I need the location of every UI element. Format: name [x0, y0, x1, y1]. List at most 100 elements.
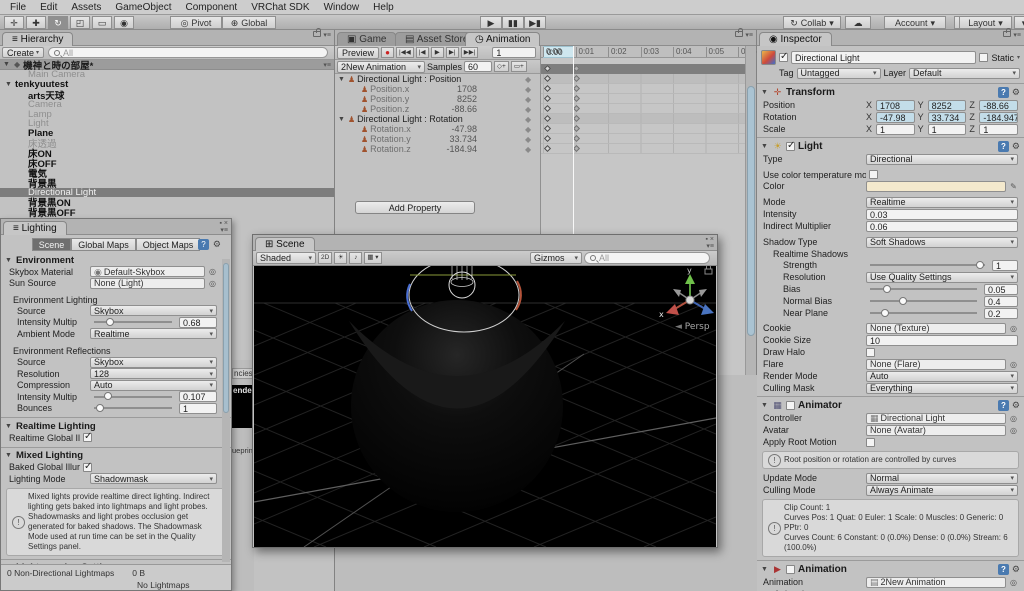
layout-dropdown[interactable]: ▾	[1014, 16, 1024, 29]
intensity-field[interactable]: 0.03	[866, 209, 1018, 220]
goto-end-button[interactable]: ▶▶|	[461, 47, 479, 58]
object-picker-icon[interactable]: ◎	[208, 267, 217, 276]
rotate-tool-icon[interactable]: ↻	[48, 16, 68, 29]
rotation-x-field[interactable]: -47.98	[876, 112, 915, 123]
update-mode-dropdown[interactable]: Normal▾	[866, 473, 1018, 484]
tab-game[interactable]: ▣ Game	[337, 32, 396, 46]
strength-value[interactable]: 1	[992, 260, 1018, 271]
hierarchy-window-menu[interactable]: ▾≡	[313, 31, 331, 39]
keyframe-diamond[interactable]	[544, 85, 551, 92]
help-book-icon[interactable]: ?	[998, 400, 1009, 411]
scale-y-field[interactable]: 1	[928, 124, 967, 135]
realtime-gi-checkbox[interactable]	[83, 433, 92, 442]
cloud-button[interactable]: ☁	[845, 16, 871, 29]
animator-header[interactable]: ▼▦ Animator ?⚙	[757, 399, 1024, 412]
layout-dropdown-main[interactable]: Layout ▾	[959, 16, 1012, 29]
play-button[interactable]: ▶	[480, 16, 502, 29]
hierarchy-item[interactable]: ▼ 背景黒OFF	[0, 207, 334, 217]
lighting-scrollbar[interactable]	[222, 259, 230, 562]
cookie-field[interactable]: None (Texture)	[866, 323, 1006, 334]
move-tool-icon[interactable]: ✚	[26, 16, 46, 29]
keyframe-diamond[interactable]	[544, 135, 551, 142]
keyframe-diamond[interactable]	[573, 95, 580, 102]
keyframe-diamond[interactable]	[573, 65, 580, 72]
help-book-icon[interactable]: ?	[198, 239, 209, 250]
preview-toggle[interactable]: Preview	[337, 47, 379, 59]
menu-help[interactable]: Help	[366, 2, 401, 13]
keyframe-icon[interactable]: ◆	[525, 105, 531, 114]
refl-resolution-dropdown[interactable]: 128▾	[90, 368, 217, 379]
skybox-material-field[interactable]: ◉Default-Skybox	[90, 266, 205, 277]
position-x-field[interactable]: 1708	[876, 100, 915, 111]
keyframe-diamond[interactable]	[573, 75, 580, 82]
goto-start-button[interactable]: |◀◀	[396, 47, 414, 58]
menu-window[interactable]: Window	[317, 2, 367, 13]
scale-tool-icon[interactable]: ◰	[70, 16, 90, 29]
keyframe-diamond[interactable]	[544, 105, 551, 112]
foldout-arrow-icon[interactable]: ▼	[5, 81, 13, 88]
shadow-resolution-dropdown[interactable]: Use Quality Settings▾	[866, 272, 1018, 283]
apply-root-motion-checkbox[interactable]	[866, 438, 875, 447]
keyframe-row[interactable]	[541, 124, 746, 134]
light-mode-dropdown[interactable]: Realtime▾	[866, 197, 1018, 208]
hierarchy-item[interactable]: ▼ 床OFF	[0, 158, 334, 168]
bounces-value[interactable]: 1	[179, 403, 217, 414]
scrollbar-thumb[interactable]	[747, 86, 755, 336]
keyframe-icon[interactable]: ◆	[525, 145, 531, 154]
layer-dropdown[interactable]: Default▾	[909, 68, 1020, 79]
lighting-tab-object-maps[interactable]: Object Maps	[136, 238, 201, 251]
menu-component[interactable]: Component	[179, 2, 245, 13]
keyframe-icon[interactable]: ◆	[525, 135, 531, 144]
animation-property-row[interactable]: ▼ ♟ Directional Light : Rotation ◆	[335, 114, 540, 124]
animation-enabled-checkbox[interactable]	[786, 565, 795, 574]
lighting-tab-global-maps[interactable]: Global Maps	[71, 238, 136, 251]
object-picker-icon[interactable]: ◎	[1009, 414, 1018, 423]
add-property-button[interactable]: Add Property	[355, 201, 475, 214]
gear-icon[interactable]: ⚙	[1012, 564, 1020, 575]
keyframe-row[interactable]	[541, 114, 746, 124]
global-toggle[interactable]: ⊕Global	[222, 16, 276, 29]
refl-source-dropdown[interactable]: Skybox▾	[90, 357, 217, 368]
keyframe-row[interactable]	[541, 144, 746, 154]
keyframe-diamond[interactable]	[544, 115, 551, 122]
static-checkbox[interactable]	[979, 53, 988, 62]
keyframe-diamond[interactable]	[544, 145, 551, 152]
indirect-multiplier-field[interactable]: 0.06	[866, 221, 1018, 232]
keyframe-row[interactable]	[541, 94, 746, 104]
add-event-button[interactable]: ▭+	[511, 61, 527, 72]
foldout-arrow-icon[interactable]: ▼	[3, 61, 11, 68]
object-picker-icon[interactable]: ◎	[1009, 324, 1018, 333]
intensity-slider[interactable]	[94, 321, 172, 323]
cookie-size-field[interactable]: 10	[866, 335, 1018, 346]
keyframe-icon[interactable]: ◆	[525, 125, 531, 134]
transform-tool-icon[interactable]: ◉	[114, 16, 134, 29]
animation-component-header[interactable]: ▼▶ Animation ?⚙	[757, 563, 1024, 576]
baked-gi-checkbox[interactable]	[83, 463, 92, 472]
ambient-mode-dropdown[interactable]: Realtime▾	[90, 328, 217, 339]
lock-icon[interactable]	[735, 31, 743, 37]
frame-field[interactable]: 1	[492, 47, 536, 58]
help-book-icon[interactable]: ?	[998, 564, 1009, 575]
scrollbar-thumb[interactable]	[223, 263, 229, 413]
draw-halo-checkbox[interactable]	[866, 348, 875, 357]
next-key-button[interactable]: ▶|	[446, 47, 459, 58]
animation-window-menu[interactable]: ▾≡	[735, 31, 753, 39]
play-anim-button[interactable]: ▶	[431, 47, 444, 58]
scene-search-input[interactable]: All	[584, 252, 710, 264]
gear-icon[interactable]: ⚙	[1012, 400, 1020, 411]
keyframe-diamond[interactable]	[573, 125, 580, 132]
realtime-lighting-header[interactable]: ▼Realtime Lighting	[1, 420, 231, 432]
sun-source-field[interactable]: None (Light)	[90, 278, 205, 289]
foldout-arrow-icon[interactable]: ▼	[338, 76, 346, 83]
step-button[interactable]: ▶▮	[524, 16, 546, 29]
object-picker-icon[interactable]: ◎	[1009, 426, 1018, 435]
animation-property-row[interactable]: ▼ ♟ Directional Light : Position ◆	[335, 74, 540, 84]
scene-effects-dropdown[interactable]: ▦ ▾	[364, 252, 381, 264]
keyframe-diamond[interactable]	[573, 85, 580, 92]
record-button[interactable]: ●	[381, 47, 394, 58]
account-dropdown[interactable]: Account ▾	[884, 16, 946, 29]
rect-tool-icon[interactable]: ▭	[92, 16, 112, 29]
normal-bias-slider[interactable]	[870, 300, 977, 302]
lighting-window-controls[interactable]: ▪ ×▾≡	[219, 220, 228, 234]
mixed-lighting-header[interactable]: ▼Mixed Lighting	[1, 450, 231, 462]
